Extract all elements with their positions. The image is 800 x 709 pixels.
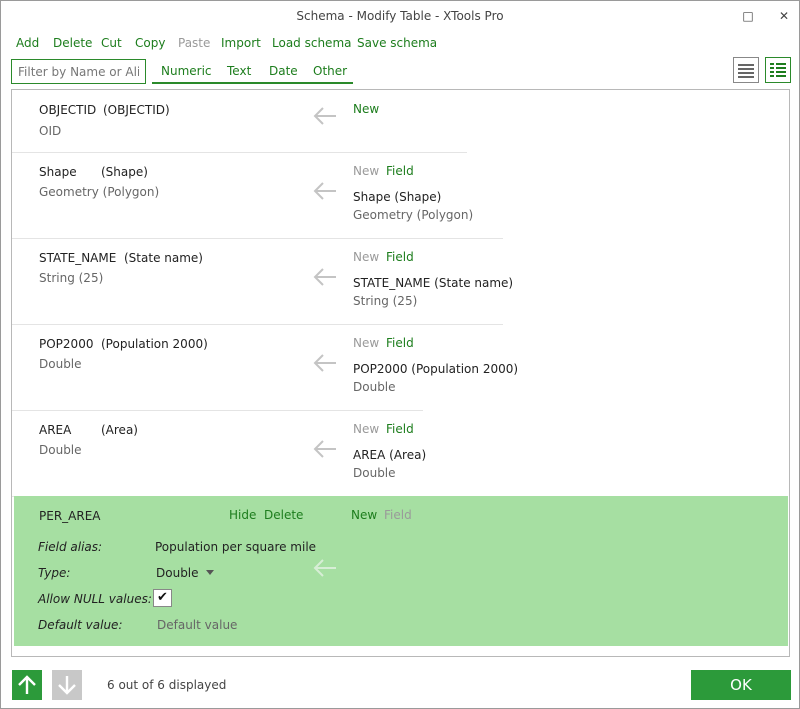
move-down-button[interactable] (52, 670, 82, 700)
allow-null-checkbox[interactable]: ✔ (153, 589, 172, 607)
field-alias: (Shape) (101, 165, 148, 179)
target-field-name: STATE_NAME (State name) (353, 276, 514, 290)
new-field-link[interactable]: New (353, 336, 379, 350)
target-field-type: Double (353, 380, 396, 394)
window-title: Schema - Modify Table - XTools Pro (296, 9, 504, 23)
field-alias-input[interactable]: Population per square mile (155, 540, 316, 554)
allow-null-label: Allow NULL values: (38, 592, 152, 606)
field-name: PER_AREA (39, 509, 101, 523)
selected-field-row[interactable]: PER_AREA Hide Delete New Field Field ali… (14, 496, 788, 646)
field-alias: (Population 2000) (101, 337, 208, 351)
map-field-link[interactable]: Field (384, 508, 412, 522)
target-field-type: Double (353, 466, 396, 480)
map-field-link[interactable]: Field (386, 164, 414, 178)
field-name: OBJECTID (39, 103, 97, 117)
new-field-link[interactable]: New (353, 250, 379, 264)
save-schema-button[interactable]: Save schema (357, 36, 437, 50)
arrow-left-icon (313, 107, 336, 125)
type-tabs: Numeric Text Date Other (152, 59, 353, 84)
delete-field-link[interactable]: Delete (264, 508, 303, 522)
arrow-left-icon (313, 354, 336, 372)
row-divider (12, 152, 467, 153)
close-icon[interactable]: ✕ (774, 6, 794, 26)
chevron-down-icon[interactable] (206, 570, 214, 576)
field-alias: (State name) (124, 251, 203, 265)
dialog-window: Schema - Modify Table - XTools Pro □ ✕ A… (0, 0, 800, 709)
default-value-label: Default value: (38, 618, 123, 632)
row-divider (12, 410, 423, 411)
arrow-left-icon (313, 268, 336, 286)
tab-numeric[interactable]: Numeric (161, 64, 212, 78)
arrow-left-icon (313, 440, 336, 458)
map-field-link[interactable]: Field (386, 422, 414, 436)
delete-button[interactable]: Delete (53, 36, 92, 50)
cut-button[interactable]: Cut (101, 36, 122, 50)
field-name: STATE_NAME (39, 251, 117, 265)
field-type: Double (39, 357, 82, 371)
load-schema-button[interactable]: Load schema (272, 36, 351, 50)
field-alias-label: Field alias: (38, 540, 103, 554)
import-button[interactable]: Import (221, 36, 261, 50)
move-up-button[interactable] (12, 670, 42, 700)
hide-field-link[interactable]: Hide (229, 508, 256, 522)
new-field-link[interactable]: New (351, 508, 377, 522)
target-field-type: String (25) (353, 294, 418, 308)
ok-button[interactable]: OK (691, 670, 791, 700)
field-type: Double (39, 443, 82, 457)
target-field-name: POP2000 (Population 2000) (353, 362, 519, 376)
row-divider (12, 324, 503, 325)
tab-text[interactable]: Text (227, 64, 251, 78)
list-view-icon[interactable] (733, 57, 759, 83)
fields-panel: OBJECTID (OBJECTID) OID New Shape (Shape… (11, 89, 790, 657)
field-alias: (OBJECTID) (103, 103, 170, 117)
target-field-name: AREA (Area) (353, 448, 427, 462)
map-field-link[interactable]: Field (386, 250, 414, 264)
field-name: AREA (39, 423, 72, 437)
copy-button[interactable]: Copy (135, 36, 165, 50)
tab-other[interactable]: Other (313, 64, 347, 78)
default-value-input[interactable]: Default value (157, 618, 237, 632)
tab-date[interactable]: Date (269, 64, 298, 78)
type-select[interactable]: Double (156, 566, 199, 580)
map-field-link[interactable]: Field (386, 336, 414, 350)
field-name: POP2000 (39, 337, 94, 351)
new-field-link[interactable]: New (353, 422, 379, 436)
field-type: Geometry (Polygon) (39, 185, 160, 199)
filter-input[interactable] (11, 59, 146, 84)
target-field-name: Shape (Shape) (353, 190, 442, 204)
paste-button[interactable]: Paste (178, 36, 210, 50)
add-button[interactable]: Add (16, 36, 39, 50)
arrow-left-icon (313, 182, 336, 200)
row-divider (12, 238, 503, 239)
arrow-down-icon (58, 676, 76, 695)
displayed-count: 6 out of 6 displayed (107, 678, 227, 692)
field-type: OID (39, 124, 62, 138)
maximize-icon[interactable]: □ (738, 6, 758, 26)
field-type: String (25) (39, 271, 104, 285)
arrow-left-icon (313, 559, 336, 577)
type-label: Type: (38, 566, 71, 580)
arrow-up-icon (18, 675, 36, 694)
target-field-type: Geometry (Polygon) (353, 208, 474, 222)
field-alias: (Area) (101, 423, 138, 437)
new-field-link[interactable]: New (353, 164, 379, 178)
detail-view-icon[interactable] (765, 57, 791, 83)
new-field-link[interactable]: New (353, 102, 379, 116)
field-name: Shape (39, 165, 77, 179)
